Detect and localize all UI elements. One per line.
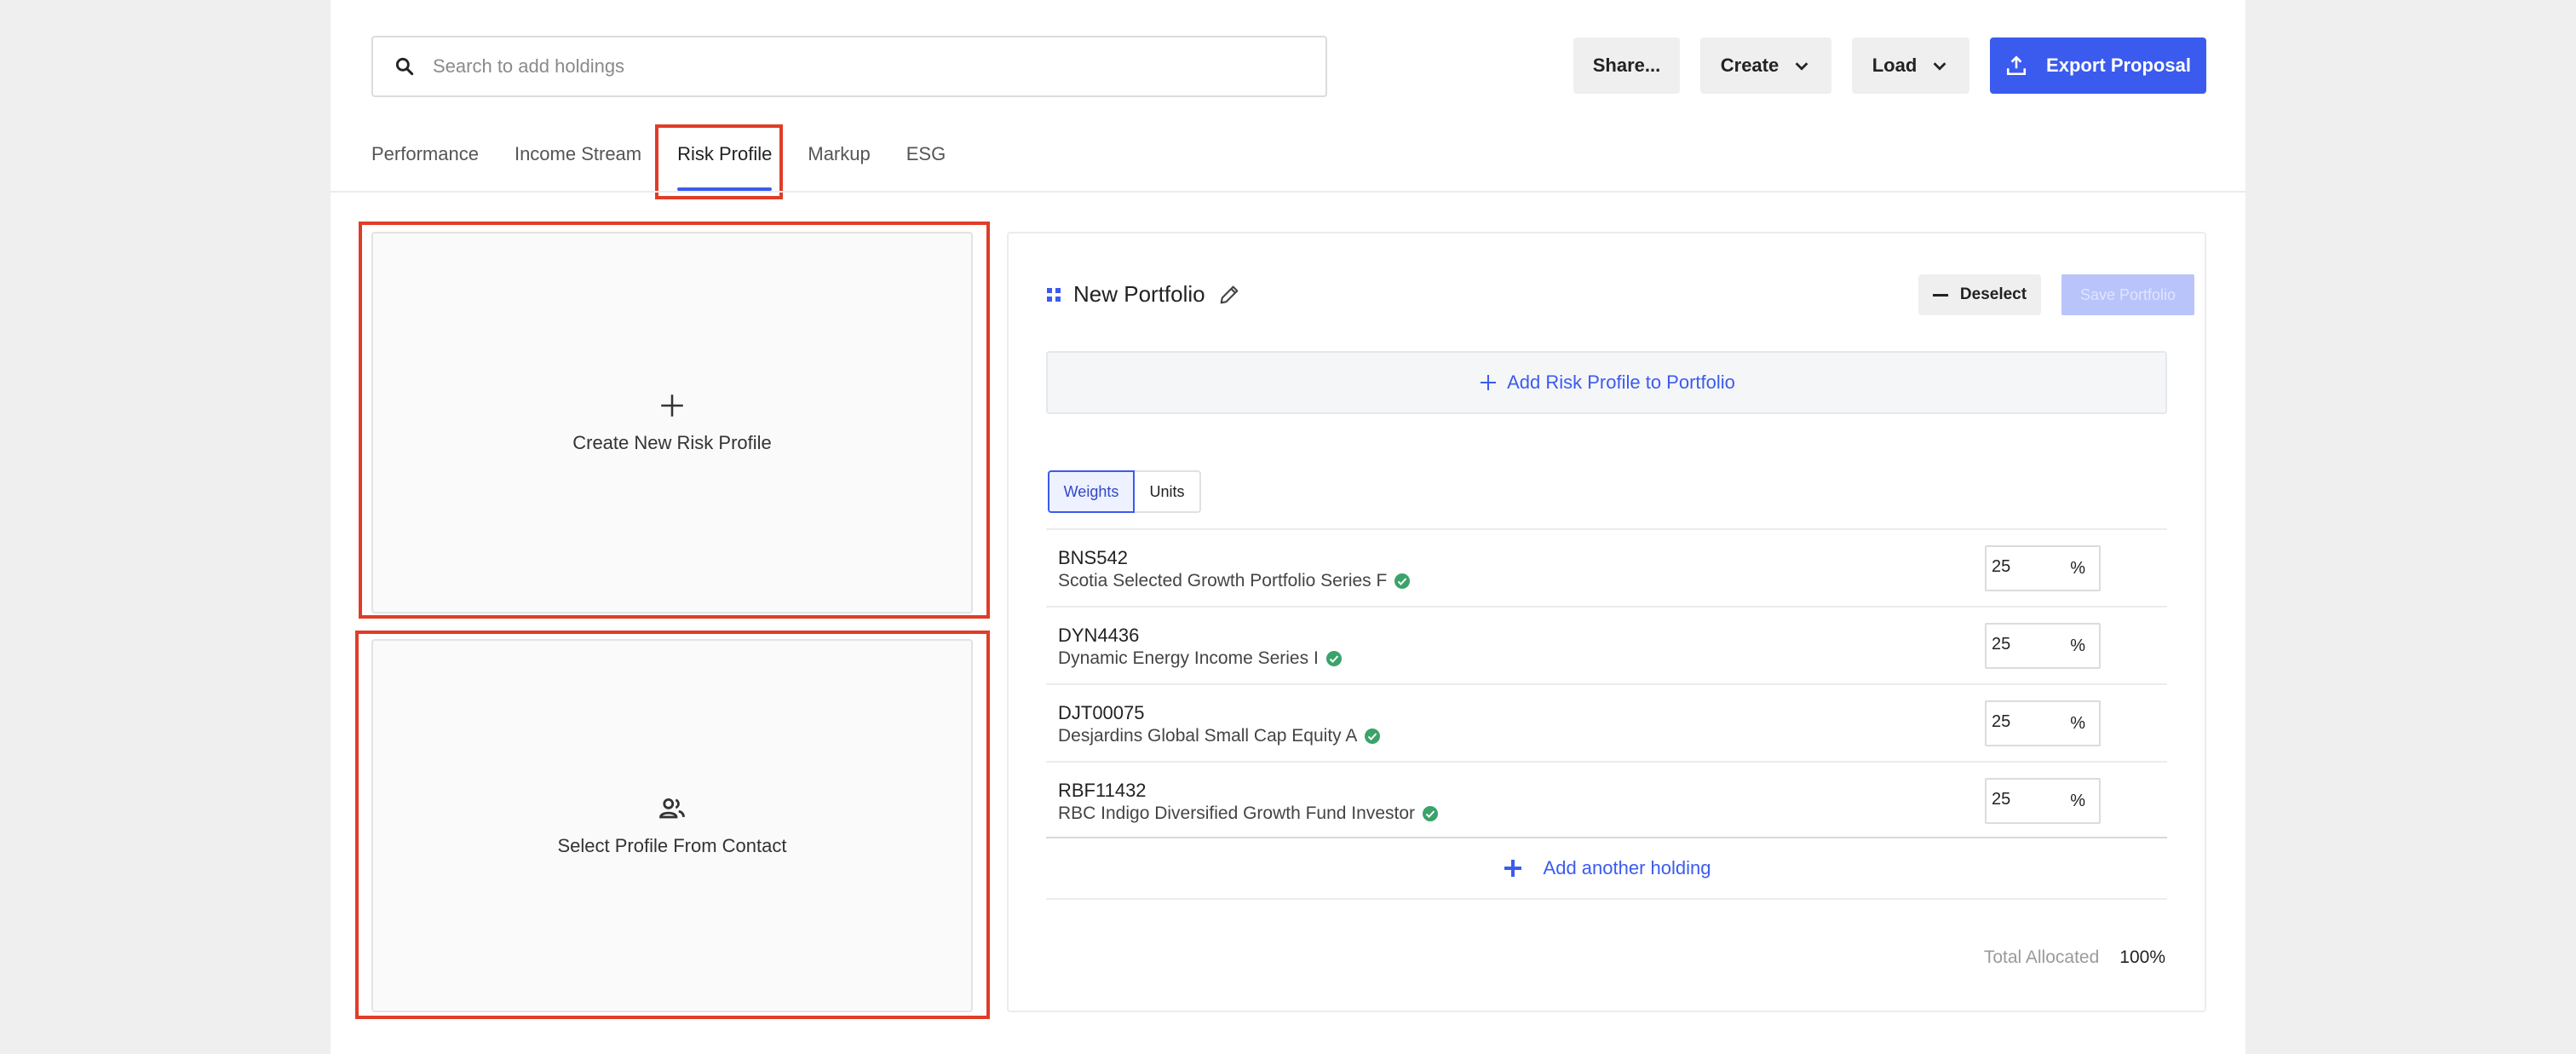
total-allocated-label: Total Allocated	[1983, 947, 2100, 967]
load-button[interactable]: Load	[1852, 37, 1969, 94]
search-input[interactable]	[433, 55, 1285, 78]
portfolio-title: New Portfolio	[1073, 281, 1205, 307]
check-circle-icon	[1325, 651, 1342, 666]
search-bar[interactable]	[371, 36, 1327, 97]
export-proposal-button[interactable]: Export Proposal	[1990, 37, 2206, 94]
check-circle-icon	[1365, 729, 1381, 744]
holding-name-row: Scotia Selected Growth Portfolio Series …	[1058, 571, 1411, 591]
holding-name-row: Desjardins Global Small Cap Equity A	[1058, 726, 1381, 746]
chevron-down-icon	[1933, 62, 1946, 71]
holding-name-row: RBC Indigo Diversified Growth Fund Inves…	[1058, 803, 1439, 824]
holding-row: DYN4436 Dynamic Energy Income Series I %	[1046, 606, 2167, 683]
total-allocated-value: 100%	[2119, 947, 2165, 967]
holding-name: Scotia Selected Growth Portfolio Series …	[1058, 571, 1388, 590]
weight-input[interactable]	[1992, 712, 2060, 732]
percent-suffix: %	[2070, 559, 2085, 578]
export-proposal-label: Export Proposal	[2046, 55, 2191, 76]
percent-suffix: %	[2070, 636, 2085, 655]
percent-suffix: %	[2070, 792, 2085, 810]
tab-markup[interactable]: Markup	[808, 143, 870, 191]
tab-esg[interactable]: ESG	[906, 143, 946, 191]
weights-toggle-button[interactable]: Weights	[1048, 470, 1135, 513]
upload-icon	[2006, 55, 2027, 76]
weight-field: %	[1985, 545, 2101, 591]
portfolio-panel: New Portfolio Deselect Save Portfolio Ad…	[1007, 232, 2206, 1012]
minus-icon	[1932, 293, 1948, 297]
load-button-label: Load	[1872, 55, 1918, 76]
share-button-label: Share...	[1592, 55, 1661, 76]
save-portfolio-button[interactable]: Save Portfolio	[2061, 274, 2194, 315]
weight-input[interactable]	[1992, 635, 2060, 654]
holding-code: BNS542	[1058, 547, 1128, 568]
add-risk-profile-label: Add Risk Profile to Portfolio	[1507, 371, 1735, 393]
app-container: Share... Create Load Export Proposal Per…	[331, 0, 2245, 1054]
plus-icon	[1504, 860, 1521, 877]
search-icon	[395, 57, 414, 76]
share-button[interactable]: Share...	[1573, 37, 1680, 94]
holding-row: BNS542 Scotia Selected Growth Portfolio …	[1046, 528, 2167, 606]
header-divider	[331, 191, 2245, 193]
total-allocated: Total Allocated 100%	[1984, 947, 2165, 968]
tab-income-stream[interactable]: Income Stream	[515, 143, 641, 191]
holding-name-row: Dynamic Energy Income Series I	[1058, 648, 1343, 669]
holding-name: Dynamic Energy Income Series I	[1058, 648, 1319, 668]
portfolio-title-row: New Portfolio	[1046, 281, 1241, 308]
pencil-icon[interactable]	[1217, 283, 1241, 307]
percent-suffix: %	[2070, 714, 2085, 733]
create-button-label: Create	[1720, 55, 1780, 76]
weight-field: %	[1985, 623, 2101, 669]
holding-code: DYN4436	[1058, 625, 1140, 646]
weight-field: %	[1985, 700, 2101, 746]
create-button[interactable]: Create	[1700, 37, 1831, 94]
highlight-box-select	[355, 631, 990, 1019]
plus-icon	[1481, 375, 1497, 390]
add-risk-profile-button[interactable]: Add Risk Profile to Portfolio	[1046, 351, 2167, 414]
holding-code: DJT00075	[1058, 702, 1145, 723]
tab-performance[interactable]: Performance	[371, 143, 479, 191]
check-circle-icon	[1423, 806, 1439, 821]
weight-input[interactable]	[1992, 557, 2060, 577]
holding-code: RBF11432	[1058, 780, 1147, 801]
weights-units-toggle: Weights Units	[1048, 470, 1201, 513]
check-circle-icon	[1394, 573, 1411, 589]
holding-row: DJT00075 Desjardins Global Small Cap Equ…	[1046, 683, 2167, 761]
holding-row: RBF11432 RBC Indigo Diversified Growth F…	[1046, 761, 2167, 838]
add-holding-button[interactable]: Add another holding	[1046, 838, 2167, 900]
highlight-box-create	[359, 222, 990, 619]
holding-name: Desjardins Global Small Cap Equity A	[1058, 726, 1358, 746]
save-portfolio-label: Save Portfolio	[2079, 285, 2176, 303]
weight-input[interactable]	[1992, 790, 2060, 809]
highlight-box-tab	[655, 124, 783, 199]
holding-name: RBC Indigo Diversified Growth Fund Inves…	[1058, 803, 1416, 823]
grid-icon	[1047, 287, 1061, 302]
deselect-button[interactable]: Deselect	[1918, 274, 2041, 315]
deselect-label: Deselect	[1959, 285, 2027, 303]
units-toggle-button[interactable]: Units	[1135, 470, 1201, 513]
chevron-down-icon	[1795, 62, 1808, 71]
weight-field: %	[1985, 778, 2101, 824]
add-holding-label: Add another holding	[1543, 857, 1711, 878]
holdings-list: BNS542 Scotia Selected Growth Portfolio …	[1046, 528, 2167, 838]
